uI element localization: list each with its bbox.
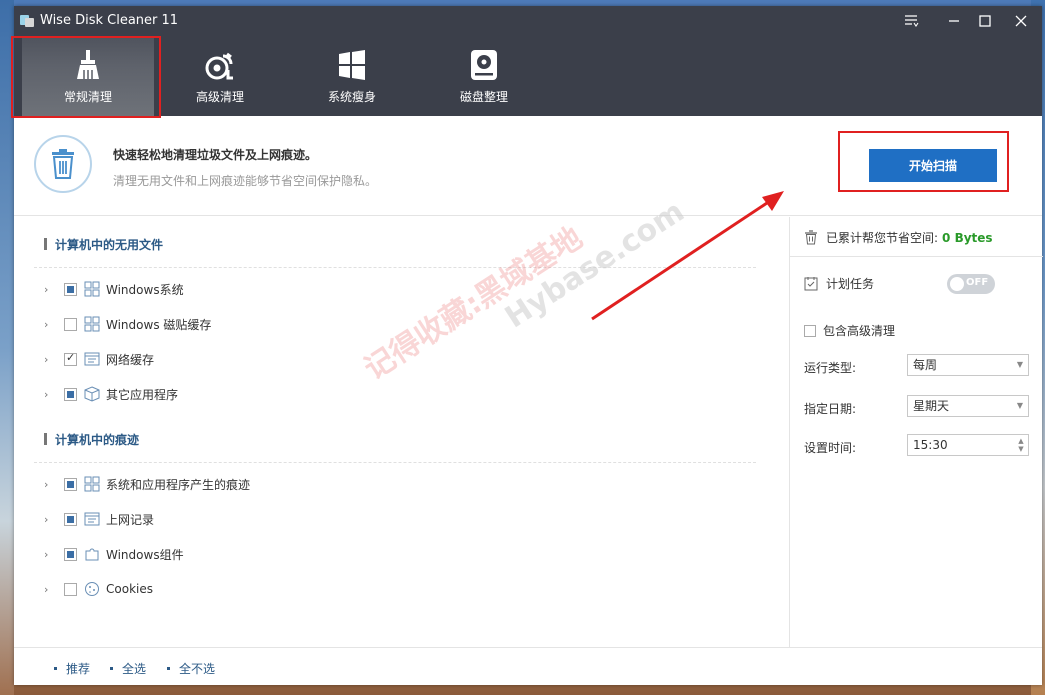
time-label: 设置时间: <box>804 441 857 455</box>
trash-small-icon <box>805 230 817 245</box>
browser-icon <box>84 512 100 526</box>
chevron-right-icon[interactable]: › <box>44 478 54 491</box>
dropdown-arrow-icon: ▼ <box>1016 360 1023 369</box>
app-title: Wise Disk Cleaner 11 <box>20 13 178 28</box>
run-type-select[interactable]: 每周 ▼ <box>907 354 1029 376</box>
checkbox[interactable] <box>64 317 77 331</box>
saved-space-value: 0 Bytes <box>942 230 993 245</box>
include-advanced-label: 包含高级清理 <box>823 324 896 338</box>
checkbox[interactable] <box>64 512 77 526</box>
windows-tile-icon <box>84 476 100 492</box>
run-type-label: 运行类型: <box>804 361 857 375</box>
chevron-right-icon[interactable]: › <box>44 388 54 401</box>
advanced-clean-icon <box>205 52 233 80</box>
date-label: 指定日期: <box>804 402 857 416</box>
item-label: Windows系统 <box>106 282 184 297</box>
section-title-traces: 计算机中的痕迹 <box>44 431 139 448</box>
list-item[interactable]: › 上网记录 <box>44 509 154 529</box>
schedule-panel: 已累计帮您节省空间: 0 Bytes 计划任务 OFF 包含高级清理 运行类型:… <box>789 217 1043 647</box>
minimize-icon[interactable] <box>940 10 968 32</box>
highlight-box-scan <box>838 131 1009 192</box>
windows-tile-icon <box>84 281 100 297</box>
browser-icon <box>84 352 100 366</box>
item-label: Cookies <box>106 582 153 596</box>
checkbox[interactable] <box>64 351 77 366</box>
select-all-link[interactable]: 全选 <box>110 660 146 677</box>
footer: 推荐 全选 全不选 <box>14 647 1042 685</box>
header-title: 快速轻松地清理垃圾文件及上网痕迹。 <box>113 148 318 162</box>
trash-icon <box>34 135 92 193</box>
title-bar: Wise Disk Cleaner 11 常规清理 高级清理 系统瘦身 磁盘整理 <box>14 6 1042 116</box>
chevron-right-icon[interactable]: › <box>44 583 54 596</box>
chevron-right-icon[interactable]: › <box>44 548 54 561</box>
tab-label: 高级清理 <box>195 90 244 104</box>
schedule-task: 计划任务 <box>804 275 874 292</box>
toggle-label: OFF <box>966 277 989 288</box>
tab-advanced-clean[interactable]: 高级清理 <box>154 38 286 116</box>
list-item[interactable]: › Windows 磁贴缓存 <box>44 314 211 334</box>
item-label: 系统和应用程序产生的痕迹 <box>106 477 251 492</box>
app-title-text: Wise Disk Cleaner 11 <box>40 13 179 28</box>
checkbox[interactable] <box>64 477 77 491</box>
saved-space: 已累计帮您节省空间: 0 Bytes <box>804 229 993 246</box>
spinner-arrows-icon[interactable]: ▲ ▼ <box>1017 437 1025 453</box>
list-item[interactable]: › Windows组件 <box>44 544 184 564</box>
app-logo-icon <box>20 14 34 28</box>
select-none-link[interactable]: 全不选 <box>167 660 215 677</box>
menu-icon[interactable] <box>898 10 926 32</box>
tab-label: 磁盘整理 <box>459 90 508 104</box>
item-label: Windows 磁贴缓存 <box>106 317 212 332</box>
windows-tile-icon <box>84 316 100 332</box>
item-label: 网络缓存 <box>106 352 155 367</box>
list-item[interactable]: › Windows系统 <box>44 279 184 299</box>
checkbox[interactable] <box>64 582 77 596</box>
checkbox[interactable] <box>64 282 77 296</box>
tab-disk-defrag[interactable]: 磁盘整理 <box>418 38 550 116</box>
calendar-check-icon <box>804 277 818 291</box>
puzzle-icon <box>85 548 99 561</box>
tab-system-slim[interactable]: 系统瘦身 <box>286 38 418 116</box>
divider <box>34 462 756 463</box>
chevron-right-icon[interactable]: › <box>44 513 54 526</box>
include-advanced[interactable]: 包含高级清理 <box>804 322 895 339</box>
chevron-right-icon[interactable]: › <box>44 353 54 366</box>
schedule-toggle[interactable]: OFF <box>947 274 995 294</box>
divider <box>790 256 1043 257</box>
list-item[interactable]: › 系统和应用程序产生的痕迹 <box>44 474 250 494</box>
schedule-label: 计划任务 <box>826 277 875 291</box>
tab-label: 系统瘦身 <box>327 90 376 104</box>
box-icon <box>84 386 100 402</box>
disk-icon <box>471 50 497 80</box>
item-label: Windows组件 <box>106 547 184 562</box>
windows-icon <box>339 50 365 80</box>
date-select[interactable]: 星期天 ▼ <box>907 395 1029 417</box>
annotation-arrow <box>591 191 784 321</box>
list-item[interactable]: › 其它应用程序 <box>44 384 178 404</box>
recommend-link[interactable]: 推荐 <box>54 660 90 677</box>
item-label: 上网记录 <box>106 512 155 527</box>
time-spinner[interactable]: 15:30 ▲ ▼ <box>907 434 1029 456</box>
app-window: Wise Disk Cleaner 11 常规清理 高级清理 系统瘦身 磁盘整理… <box>11 6 1043 685</box>
section-title-useless-files: 计算机中的无用文件 <box>44 236 163 253</box>
chevron-right-icon[interactable]: › <box>44 283 54 296</box>
header-subtitle: 清理无用文件和上网痕迹能够节省空间保护隐私。 <box>113 174 378 188</box>
dropdown-arrow-icon: ▼ <box>1016 401 1023 410</box>
include-advanced-checkbox[interactable] <box>804 324 816 337</box>
maximize-icon[interactable] <box>971 10 999 32</box>
close-icon[interactable] <box>1007 10 1035 32</box>
list-item[interactable]: › Cookies <box>44 579 153 599</box>
list-item[interactable]: › 网络缓存 <box>44 349 154 369</box>
saved-space-label: 已累计帮您节省空间: <box>826 231 939 245</box>
chevron-right-icon[interactable]: › <box>44 318 54 331</box>
checkbox[interactable] <box>64 387 77 401</box>
cookie-icon <box>85 582 99 596</box>
item-label: 其它应用程序 <box>106 387 179 402</box>
checkbox[interactable] <box>64 547 77 561</box>
highlight-box-tab <box>11 36 161 118</box>
